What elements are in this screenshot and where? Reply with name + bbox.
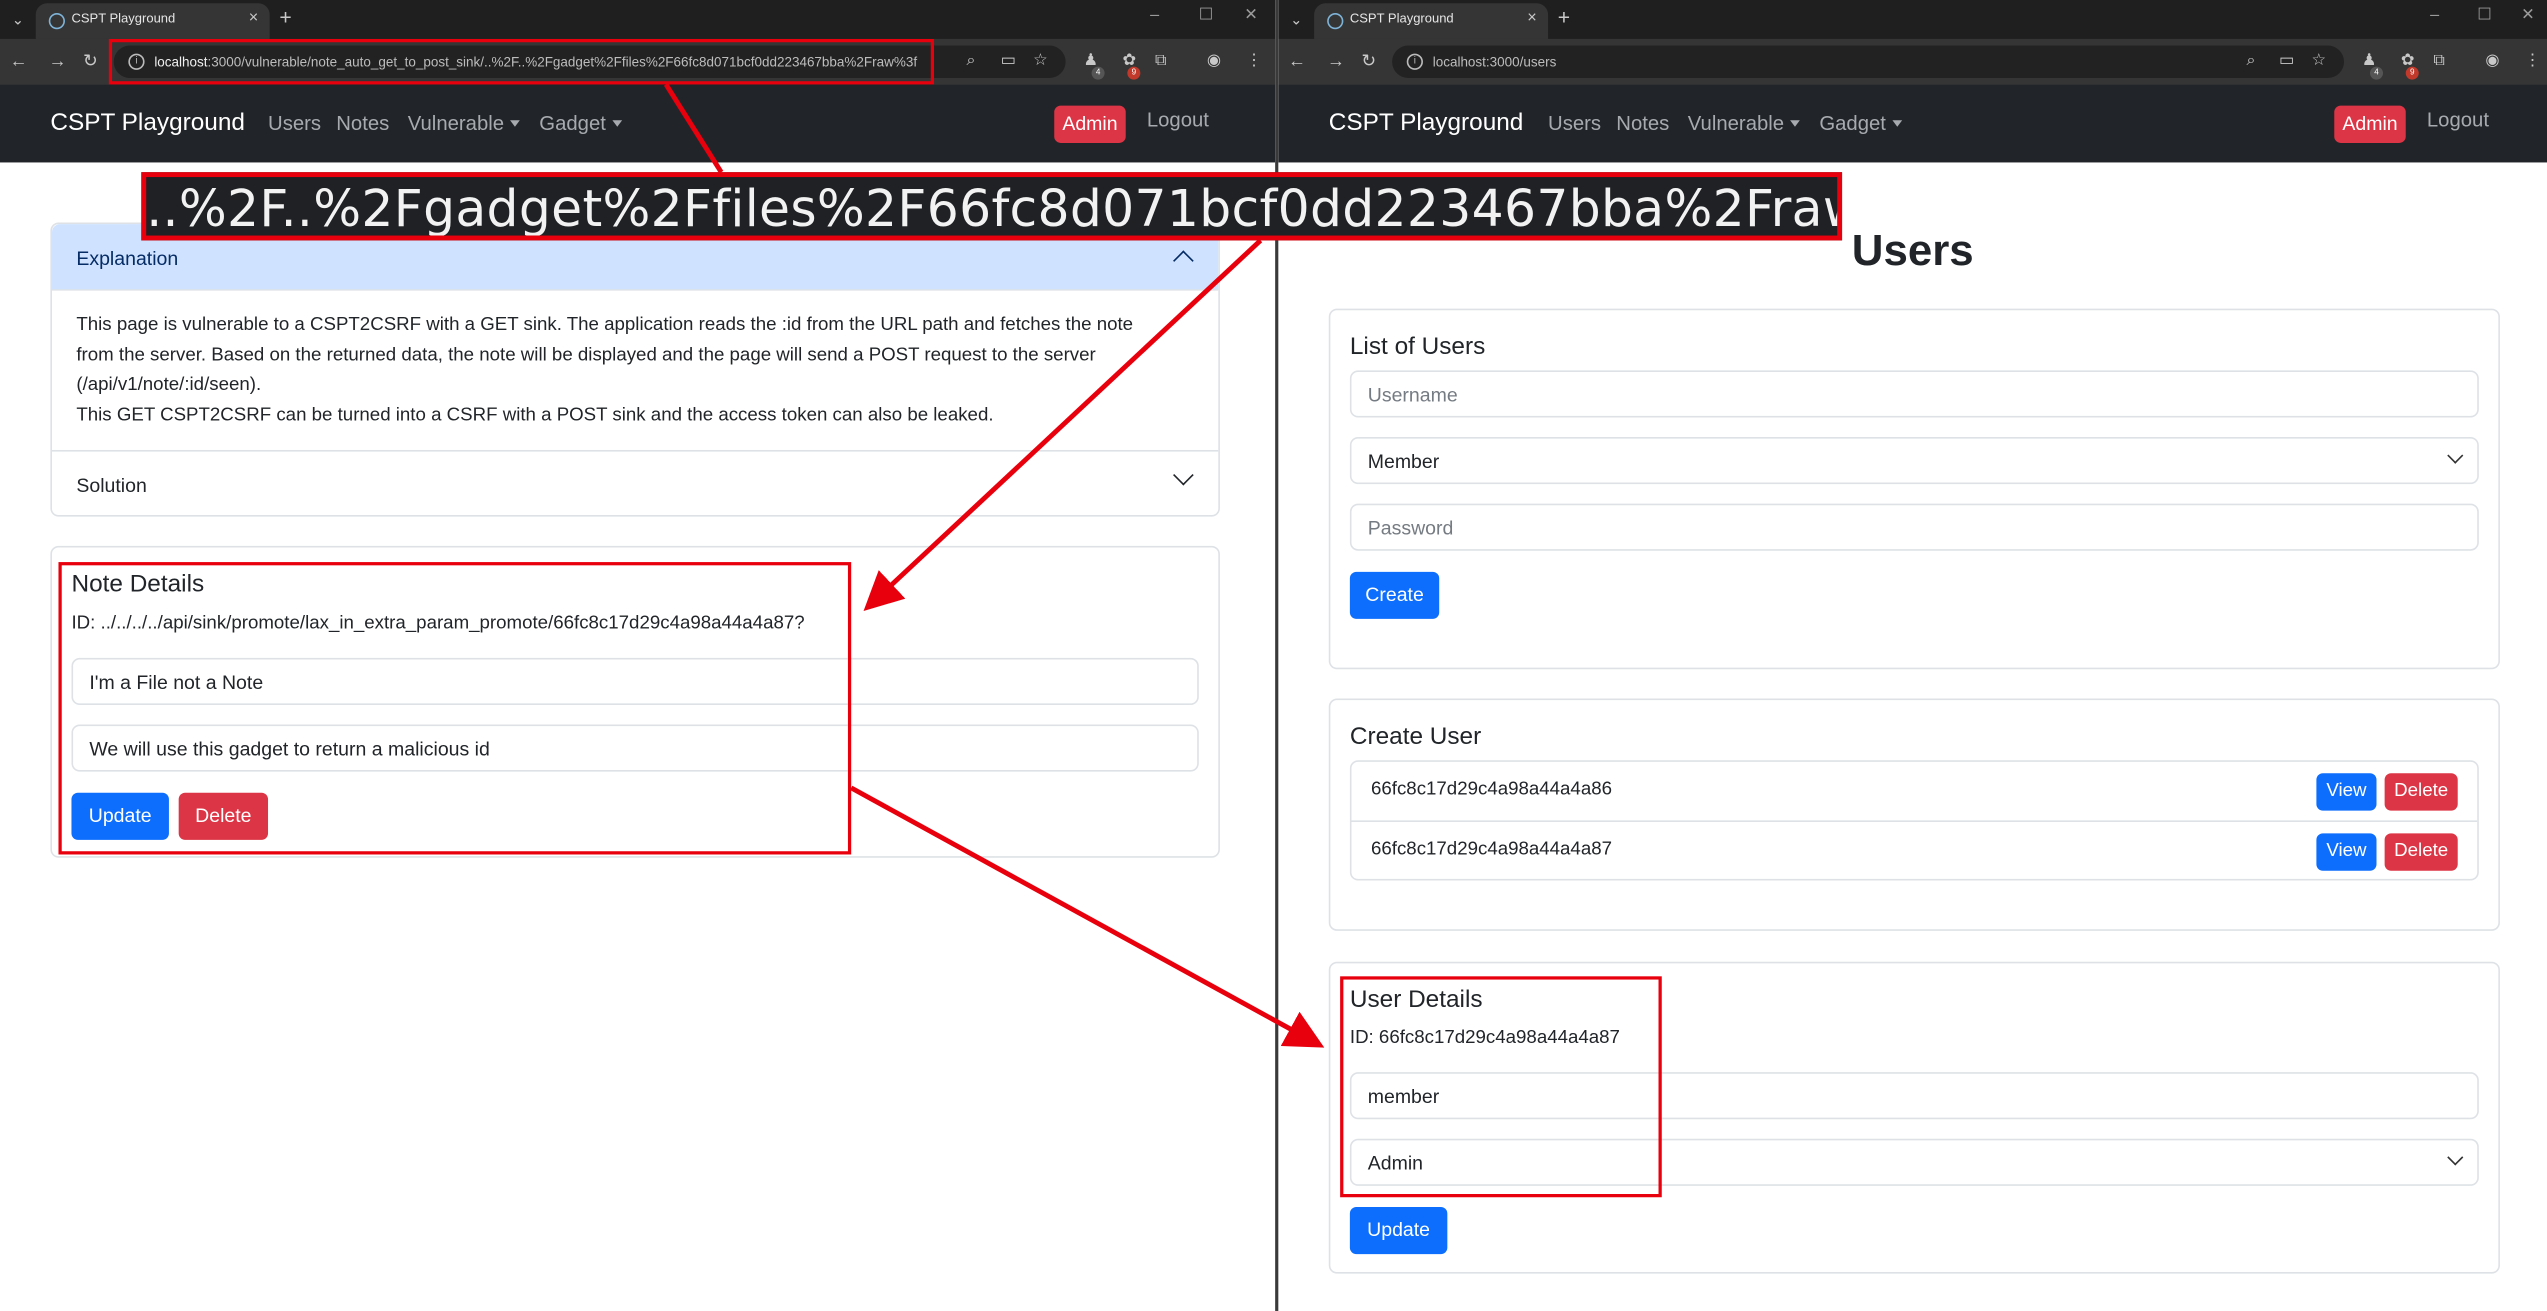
url-zoom-callout: ..%2F..%2Fgadget%2Ffiles%2F66fc8d071bcf0… xyxy=(141,172,1843,241)
tab-strip: ⌄ CSPT Playground × + – ☐ ✕ xyxy=(0,0,1276,39)
username-input[interactable]: Username xyxy=(1349,370,2479,418)
site-navbar: CSPT Playground Users Notes Vulnerable G… xyxy=(1278,84,2547,163)
nav-users[interactable]: Users xyxy=(268,112,321,135)
minimize-icon[interactable]: – xyxy=(1150,6,1159,25)
site-navbar: CSPT Playground Users Notes Vulnerable G… xyxy=(0,84,1276,163)
view-button[interactable]: View xyxy=(2316,773,2377,811)
nav-users[interactable]: Users xyxy=(1548,112,1601,135)
accordion-label: Explanation xyxy=(76,246,179,270)
close-tab-icon[interactable]: × xyxy=(249,10,258,29)
bookmark-star-icon[interactable]: ☆ xyxy=(1033,50,1048,73)
reload-icon[interactable]: ↻ xyxy=(83,50,98,73)
new-tab-icon[interactable]: + xyxy=(1558,5,1570,31)
list-item: 66fc8c17d29c4a98a44a4a87 View Delete xyxy=(1352,822,2478,882)
update-button[interactable]: Update xyxy=(1349,1207,1448,1255)
delete-button[interactable]: Delete xyxy=(2384,773,2458,811)
address-bar[interactable]: i localhost:3000/users ⌕ ▭ ☆ xyxy=(1392,45,2345,78)
caret-down-icon xyxy=(612,120,623,127)
forward-icon[interactable]: → xyxy=(49,50,67,73)
site-info-icon[interactable]: i xyxy=(1406,53,1423,70)
admin-badge[interactable]: Admin xyxy=(1054,105,1126,143)
accordion: Explanation This page is vulnerable to a… xyxy=(50,222,1220,517)
brand-link[interactable]: CSPT Playground xyxy=(50,109,245,137)
create-button[interactable]: Create xyxy=(1349,571,1440,619)
note-highlight-box xyxy=(58,562,852,855)
minimize-icon[interactable]: – xyxy=(2430,6,2439,25)
puzzle-icon[interactable]: ⧉ xyxy=(2433,50,2445,73)
browser-tab[interactable]: CSPT Playground × xyxy=(35,3,270,39)
list-item: 66fc8c17d29c4a98a44a4a86 View Delete xyxy=(1351,762,2478,822)
new-tab-icon[interactable]: + xyxy=(279,5,291,31)
profile-icon[interactable]: ◉ xyxy=(1207,50,1221,73)
caret-down-icon xyxy=(510,120,521,127)
favicon-icon xyxy=(1327,12,1344,30)
logout-link[interactable]: Logout xyxy=(2427,109,2489,132)
list-users-card: List of Users Username Member Password C… xyxy=(1328,308,2500,670)
caret-down-icon xyxy=(1892,120,1903,127)
nav-notes[interactable]: Notes xyxy=(1616,112,1669,135)
tab-title: CSPT Playground xyxy=(71,11,176,26)
nav-notes[interactable]: Notes xyxy=(336,112,389,135)
browser-toolbar: ← → ↻ i localhost:3000/users ⌕ ▭ ☆ ♟ 4 ✿… xyxy=(1278,38,2547,85)
browser-tab[interactable]: CSPT Playground × xyxy=(1314,3,1549,39)
close-tab-icon[interactable]: × xyxy=(1527,10,1536,29)
screenshot-stage: ⌄ CSPT Playground × + – ☐ ✕ ← → ↻ i loca… xyxy=(0,0,2547,1311)
tab-strip: ⌄ CSPT Playground × + – ☐ ✕ xyxy=(1278,0,2547,39)
explanation-text: This page is vulnerable to a CSPT2CSRF w… xyxy=(76,315,1134,425)
chevron-down-icon xyxy=(2447,1149,2464,1166)
user-id: 66fc8c17d29c4a98a44a4a86 xyxy=(1370,779,1613,800)
nav-vulnerable-dropdown[interactable]: Vulnerable xyxy=(408,112,521,135)
menu-kebab-icon[interactable]: ⋮ xyxy=(2524,50,2540,73)
caret-down-icon xyxy=(1790,120,1801,127)
back-icon[interactable]: ← xyxy=(10,50,28,73)
brand-link[interactable]: CSPT Playground xyxy=(1329,109,1524,137)
profile-icon[interactable]: ◉ xyxy=(2485,50,2499,73)
forward-icon[interactable]: → xyxy=(1327,50,1345,73)
card-title: Create User xyxy=(1349,722,1482,751)
nav-vulnerable-dropdown[interactable]: Vulnerable xyxy=(1688,112,1801,135)
chevron-down-icon xyxy=(2447,447,2464,464)
puzzle-icon[interactable]: ⧉ xyxy=(1155,50,1167,73)
cast-icon[interactable]: ▭ xyxy=(2279,50,2294,73)
tab-title: CSPT Playground xyxy=(1349,11,1454,26)
reload-icon[interactable]: ↻ xyxy=(1361,50,1376,73)
delete-button[interactable]: Delete xyxy=(2384,833,2458,871)
url-highlight-box xyxy=(108,38,935,85)
window-close-icon[interactable]: ✕ xyxy=(2521,6,2535,25)
user-list: 66fc8c17d29c4a98a44a4a86 View Delete 66f… xyxy=(1349,760,2479,882)
create-user-card: Create User 66fc8c17d29c4a98a44a4a86 Vie… xyxy=(1328,698,2500,931)
accordion-label: Solution xyxy=(76,474,147,498)
zoom-icon[interactable]: ⌕ xyxy=(967,50,976,73)
accordion-header-solution[interactable]: Solution xyxy=(52,452,1218,517)
favicon-icon xyxy=(48,12,65,30)
back-icon[interactable]: ← xyxy=(1288,50,1306,73)
zoom-icon[interactable]: ⌕ xyxy=(2247,50,2256,73)
nav-gadget-dropdown[interactable]: Gadget xyxy=(539,112,623,135)
extension-badge: 4 xyxy=(2369,66,2383,80)
password-input[interactable]: Password xyxy=(1349,503,2479,551)
user-id: 66fc8c17d29c4a98a44a4a87 xyxy=(1370,839,1613,860)
extension-badge: 4 xyxy=(1091,66,1105,80)
nav-gadget-dropdown[interactable]: Gadget xyxy=(1819,112,1903,135)
chevron-down-icon xyxy=(1173,464,1194,486)
logout-link[interactable]: Logout xyxy=(1147,109,1209,132)
role-select[interactable]: Member xyxy=(1349,436,2479,485)
user-details-highlight-box xyxy=(1340,976,1662,1198)
view-button[interactable]: View xyxy=(2316,833,2377,871)
cast-icon[interactable]: ▭ xyxy=(1001,50,1016,73)
maximize-icon[interactable]: ☐ xyxy=(1199,6,1214,25)
tab-search-icon[interactable]: ⌄ xyxy=(1285,8,1308,31)
maximize-icon[interactable]: ☐ xyxy=(2477,6,2492,25)
zoomed-url-text: ..%2F..%2Fgadget%2Ffiles%2F66fc8d071bcf0… xyxy=(146,180,1843,239)
bookmark-star-icon[interactable]: ☆ xyxy=(2312,50,2327,73)
chevron-up-icon xyxy=(1173,250,1194,272)
tab-search-icon[interactable]: ⌄ xyxy=(6,8,29,31)
address-url: localhost:3000/users xyxy=(1432,53,1557,70)
extension-badge: 9 xyxy=(2405,66,2419,80)
window-close-icon[interactable]: ✕ xyxy=(1244,6,1258,25)
card-title: List of Users xyxy=(1349,333,1486,361)
admin-badge[interactable]: Admin xyxy=(2334,105,2406,143)
menu-kebab-icon[interactable]: ⋮ xyxy=(1246,50,1262,73)
extension-badge: 9 xyxy=(1127,66,1141,80)
